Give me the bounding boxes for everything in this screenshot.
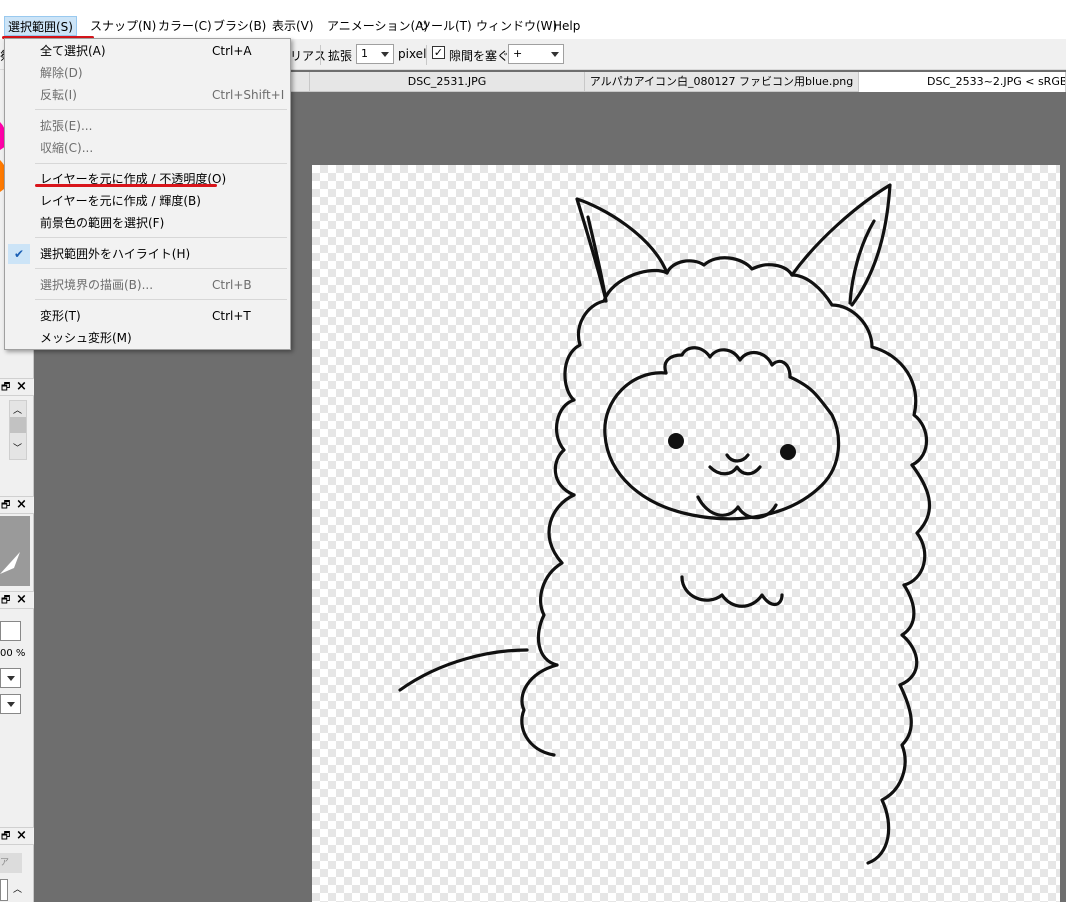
close-icon[interactable]: ×	[16, 497, 27, 512]
menu-item-draw-border[interactable]: 選択境界の描画(B)... Ctrl+B	[6, 274, 289, 296]
bottom-panel-field[interactable]	[0, 879, 8, 901]
chevron-up-icon[interactable]: ︿	[13, 403, 22, 416]
gap-size-select[interactable]: +	[508, 44, 564, 64]
float-window-icon[interactable]: 🗗	[1, 498, 10, 515]
menu-item-label: 拡張(E)...	[40, 119, 93, 133]
menu-item-select-all[interactable]: 全て選択(A) Ctrl+A	[6, 40, 289, 62]
menu-snap[interactable]: スナップ(N)	[87, 16, 159, 36]
chevron-up-icon[interactable]: ︿	[13, 882, 22, 895]
chevron-down-icon	[7, 676, 15, 681]
menu-item-label: 全て選択(A)	[40, 44, 106, 58]
tab-overflow[interactable]	[290, 72, 310, 92]
menu-item-shrink[interactable]: 収縮(C)...	[6, 137, 289, 159]
document-tabs: DSC_2531.JPG アルパカアイコン白_080127 ファビコン用blue…	[290, 72, 1066, 92]
expand-label: 拡張	[328, 49, 353, 63]
menu-separator	[35, 237, 287, 238]
menu-view[interactable]: 表示(V)	[269, 16, 317, 36]
menu-item-invert[interactable]: 反転(I) Ctrl+Shift+I	[6, 84, 289, 106]
opacity-value: 00 %	[0, 648, 26, 659]
menu-item-foreground-range[interactable]: 前景色の範囲を選択(F)	[6, 212, 289, 234]
toolbar-divider	[320, 45, 321, 65]
tab-dsc-2531[interactable]: DSC_2531.JPG	[310, 72, 585, 92]
layer-name-field[interactable]	[0, 621, 21, 641]
menu-tools[interactable]: ツール(T)	[416, 16, 475, 36]
menu-item-label: 変形(T)	[40, 309, 81, 323]
chevron-down-icon[interactable]: ﹀	[13, 441, 22, 454]
close-icon[interactable]: ×	[16, 379, 27, 394]
chevron-down-icon	[551, 52, 559, 57]
drawing-canvas[interactable]	[312, 165, 1060, 902]
chevron-down-icon	[381, 52, 389, 57]
menu-item-label: メッシュ変形(M)	[40, 331, 132, 345]
expand-select[interactable]: 1	[356, 44, 394, 64]
toolbar-divider	[426, 45, 427, 65]
menu-separator	[35, 299, 287, 300]
gap-value: +	[513, 47, 523, 60]
menu-separator	[35, 268, 287, 269]
menu-item-from-layer-luminance[interactable]: レイヤーを元に作成 / 輝度(B)	[6, 190, 289, 212]
gap-close-label: 隙間を塞ぐ	[449, 49, 510, 63]
close-icon[interactable]: ×	[16, 592, 27, 607]
unit-label: pixel	[398, 47, 427, 61]
panel-header-bottom: 🗗 ×	[0, 827, 34, 845]
menu-item-shortcut: Ctrl+A	[212, 44, 252, 58]
menu-item-label: 選択境界の描画(B)...	[40, 278, 154, 292]
menu-item-label: 選択範囲外をハイライト(H)	[40, 247, 191, 261]
menu-help[interactable]: Help	[550, 16, 583, 36]
menu-item-transform[interactable]: 変形(T) Ctrl+T	[6, 305, 289, 327]
red-annotation-underline	[35, 184, 217, 187]
menu-item-shortcut: Ctrl+T	[212, 309, 251, 323]
selection-menu-dropdown: 全て選択(A) Ctrl+A 解除(D) 反転(I) Ctrl+Shift+I …	[4, 38, 291, 350]
menu-item-label: レイヤーを元に作成 / 輝度(B)	[40, 194, 201, 208]
scroll-thumb[interactable]	[10, 417, 26, 433]
float-window-icon[interactable]: 🗗	[1, 380, 10, 397]
menu-window[interactable]: ウィンドウ(W)	[473, 16, 560, 36]
close-icon[interactable]: ×	[16, 828, 27, 843]
menu-item-expand[interactable]: 拡張(E)...	[6, 115, 289, 137]
panel-header-layer-props: 🗗 ×	[0, 591, 34, 609]
alpaca-line-drawing	[398, 183, 932, 865]
menu-brush[interactable]: ブラシ(B)	[210, 16, 269, 36]
menu-selection[interactable]: 選択範囲(S)	[4, 16, 77, 36]
menu-item-label: 反転(I)	[40, 88, 77, 102]
float-window-icon[interactable]: 🗗	[1, 829, 10, 846]
gap-close-checkbox[interactable]: ✓	[432, 46, 445, 59]
menu-item-label: 前景色の範囲を選択(F)	[40, 216, 165, 230]
menu-item-shortcut: Ctrl+B	[212, 278, 252, 292]
menu-color[interactable]: カラー(C)	[155, 16, 215, 36]
layer-option-select[interactable]	[0, 694, 21, 714]
bottom-panel-tab[interactable]: ア	[0, 853, 22, 873]
tab-alpaca-icon[interactable]: アルパカアイコン白_080127 ファビコン用blue.png	[585, 72, 859, 92]
panel-header-layers: 🗗 ×	[0, 378, 34, 396]
checkmark-icon: ✔	[8, 244, 30, 264]
blend-mode-select[interactable]	[0, 668, 21, 688]
menu-bar: 選択範囲(S) スナップ(N) カラー(C) ブラシ(B) 表示(V) アニメー…	[0, 0, 1066, 40]
menu-item-shortcut: Ctrl+Shift+I	[212, 88, 285, 102]
chevron-down-icon	[7, 702, 15, 707]
brush-stroke-icon	[0, 552, 20, 574]
menu-item-mesh-transform[interactable]: メッシュ変形(M)	[6, 327, 289, 349]
menu-item-label: 収縮(C)...	[40, 141, 94, 155]
menu-item-deselect[interactable]: 解除(D)	[6, 62, 289, 84]
brush-preview[interactable]	[0, 516, 30, 586]
menu-item-highlight-outside[interactable]: ✔ 選択範囲外をハイライト(H)	[6, 243, 289, 265]
menu-separator	[35, 163, 287, 164]
menu-separator	[35, 109, 287, 110]
expand-value: 1	[361, 47, 368, 60]
tab-dsc-2533[interactable]: DSC_2533~2.JPG < sRGB >	[859, 72, 1066, 92]
layer-scrollbar[interactable]: ︿ ﹀	[9, 400, 27, 460]
float-window-icon[interactable]: 🗗	[1, 593, 10, 610]
panel-header-brush: 🗗 ×	[0, 496, 34, 514]
menu-item-label: 解除(D)	[40, 66, 83, 80]
